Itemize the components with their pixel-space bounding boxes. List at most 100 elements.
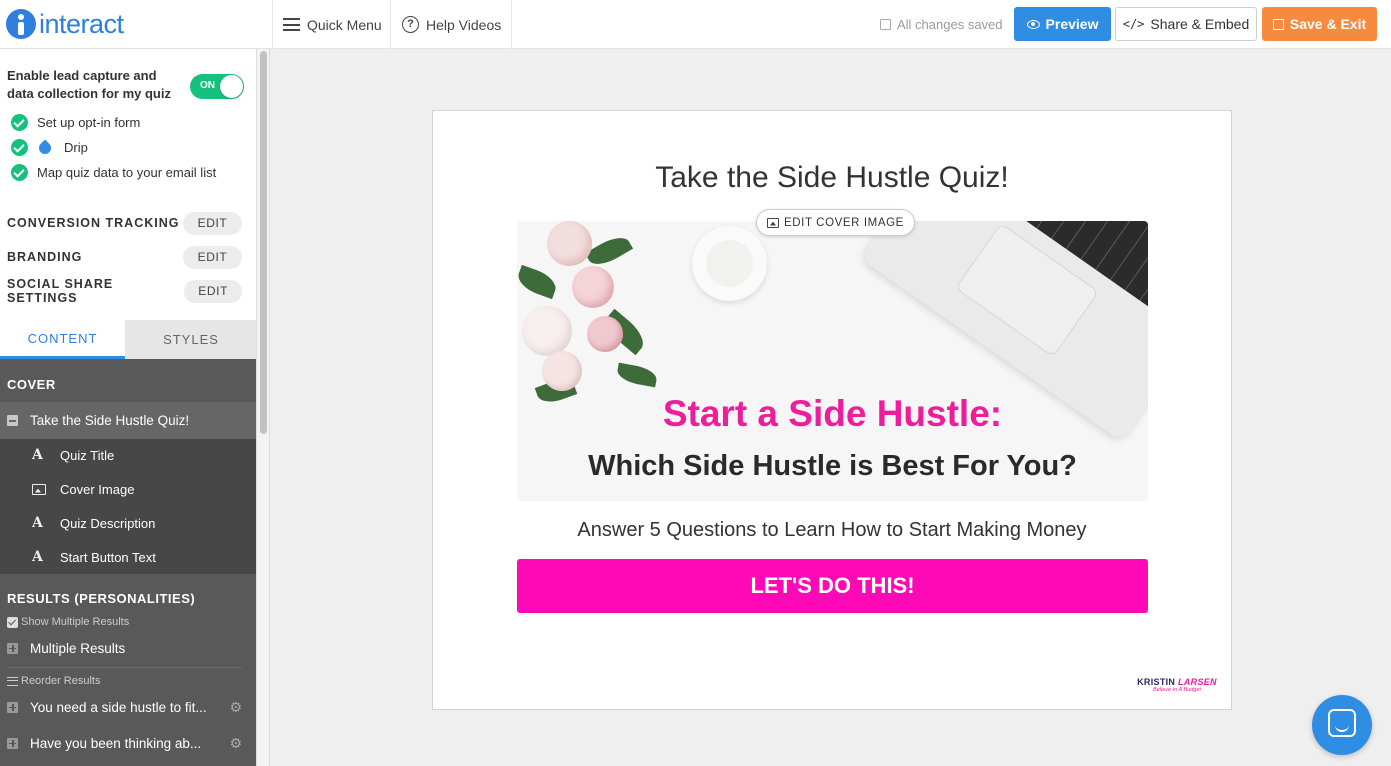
checklist-item-optin[interactable]: Set up opt-in form <box>11 114 140 131</box>
cover-image[interactable]: Start a Side Hustle: Which Side Hustle i… <box>517 221 1148 501</box>
share-label: Share & Embed <box>1150 16 1250 32</box>
multiple-results-label: Multiple Results <box>30 640 126 656</box>
divider <box>390 0 391 49</box>
quick-menu-label: Quick Menu <box>307 16 382 33</box>
brand-first: KRISTIN <box>1137 677 1176 687</box>
setting-label: BRANDING <box>7 250 83 264</box>
sidebar-scrollbar[interactable] <box>257 49 270 766</box>
edit-cover-label: EDIT COVER IMAGE <box>784 216 904 229</box>
divider <box>7 667 242 668</box>
cover-heading: COVER <box>7 377 56 392</box>
quiz-description[interactable]: Answer 5 Questions to Learn How to Start… <box>433 519 1231 542</box>
image-icon-wrap <box>32 483 60 495</box>
logo-text: interact <box>39 8 124 39</box>
cover-item-label: Take the Side Hustle Quiz! <box>30 413 190 428</box>
check-icon <box>11 139 28 156</box>
setting-label: CONVERSION TRACKING <box>7 216 180 230</box>
subitem-start-button-text[interactable]: A Start Button Text <box>0 540 256 574</box>
image-icon <box>32 483 46 495</box>
results-heading: RESULTS (PERSONALITIES) <box>7 591 196 606</box>
edit-branding-button[interactable]: EDIT <box>183 245 242 269</box>
cover-headline: Start a Side Hustle: <box>662 393 1003 434</box>
interact-logo[interactable]: interact <box>6 8 124 40</box>
reorder-label: Reorder Results <box>21 675 101 687</box>
result-label: You need a side hustle to fit... <box>30 699 207 715</box>
text-icon: A <box>32 515 43 531</box>
checklist-label: Drip <box>64 140 88 155</box>
drip-drop-icon <box>36 139 54 156</box>
sidebar: Enable lead capture and data collection … <box>0 49 257 766</box>
quick-menu-button[interactable]: Quick Menu <box>283 0 382 49</box>
candle-illustration <box>692 226 767 301</box>
edit-social-button[interactable]: EDIT <box>184 279 242 303</box>
brand-last: LARSEN <box>1178 677 1217 687</box>
subitem-cover-image[interactable]: Cover Image <box>0 472 256 506</box>
toggle-knob <box>220 75 243 98</box>
expand-icon[interactable] <box>7 701 18 713</box>
expand-icon[interactable] <box>7 642 18 654</box>
show-multiple-checkbox[interactable]: Show Multiple Results <box>7 616 129 628</box>
text-icon: A <box>32 447 43 463</box>
check-icon <box>11 164 28 181</box>
edit-conversion-button[interactable]: EDIT <box>183 211 242 235</box>
chat-launcher-button[interactable] <box>1312 695 1372 755</box>
lead-capture-toggle[interactable]: ON <box>190 74 244 99</box>
content-panel: COVER Take the Side Hustle Quiz! A Quiz … <box>0 359 256 766</box>
branding-row: BRANDING EDIT <box>7 245 242 269</box>
social-share-row: SOCIAL SHARE SETTINGS EDIT <box>7 277 242 305</box>
brand-tagline: Believe In A Budget <box>1153 687 1201 693</box>
start-quiz-button[interactable]: LET'S DO THIS! <box>517 559 1148 613</box>
help-videos-label: Help Videos <box>426 16 502 33</box>
help-icon: ? <box>402 16 419 33</box>
save-exit-button[interactable]: Save & Exit <box>1262 7 1377 41</box>
share-embed-button[interactable]: </> Share & Embed <box>1115 7 1257 41</box>
reorder-icon <box>7 676 18 686</box>
flowers-illustration <box>517 221 659 421</box>
save-status-text: All changes saved <box>897 17 1003 32</box>
lead-capture-label: Enable lead capture and data collection … <box>7 68 171 101</box>
subitem-label: Quiz Description <box>60 515 156 531</box>
chat-icon <box>1328 709 1356 737</box>
checklist-label: Map quiz data to your email list <box>37 165 217 180</box>
conversion-tracking-row: CONVERSION TRACKING EDIT <box>7 211 242 235</box>
show-multiple-label: Show Multiple Results <box>21 616 130 628</box>
multiple-results-item[interactable]: Multiple Results <box>7 633 242 663</box>
edit-cover-image-button[interactable]: EDIT COVER IMAGE <box>756 209 915 236</box>
help-videos-button[interactable]: ? Help Videos <box>402 0 501 49</box>
checklist-label: Set up opt-in form <box>37 115 141 130</box>
save-icon <box>1272 18 1284 30</box>
quiz-title[interactable]: Take the Side Hustle Quiz! <box>433 161 1231 195</box>
gear-icon[interactable]: ⚙ <box>229 699 242 716</box>
subitem-quiz-title[interactable]: A Quiz Title <box>0 438 256 472</box>
check-icon <box>11 114 28 131</box>
scroll-thumb[interactable] <box>260 51 267 434</box>
result-item[interactable]: Have you been thinking ab... ⚙ <box>7 728 242 758</box>
subitem-label: Start Button Text <box>60 549 156 565</box>
top-bar: interact Quick Menu ? Help Videos All ch… <box>0 0 1391 49</box>
preview-label: Preview <box>1045 16 1099 32</box>
collapse-icon[interactable] <box>7 415 18 426</box>
checklist-item-drip[interactable]: Drip <box>11 139 88 156</box>
subitem-quiz-description[interactable]: A Quiz Description <box>0 506 256 540</box>
checkbox-icon <box>7 616 18 628</box>
setting-label: SOCIAL SHARE SETTINGS <box>7 277 114 305</box>
save-exit-label: Save & Exit <box>1289 16 1367 32</box>
checklist-item-map[interactable]: Map quiz data to your email list <box>11 164 216 181</box>
cover-item[interactable]: Take the Side Hustle Quiz! <box>0 402 256 439</box>
toggle-label: ON <box>200 80 215 91</box>
text-icon: A <box>32 549 43 565</box>
subitem-label: Quiz Title <box>60 447 115 463</box>
tab-styles[interactable]: STYLES <box>125 320 256 359</box>
preview-button[interactable]: Preview <box>1014 7 1111 41</box>
tab-content[interactable]: CONTENT <box>0 320 125 359</box>
disk-icon <box>880 19 891 30</box>
result-item[interactable]: You need a side hustle to fit... ⚙ <box>7 692 242 722</box>
quiz-cover-card: Take the Side Hustle Quiz! Start a Side … <box>432 110 1232 710</box>
gear-icon[interactable]: ⚙ <box>229 735 242 752</box>
result-label: Have you been thinking ab... <box>30 735 202 751</box>
reorder-results-button[interactable]: Reorder Results <box>7 675 100 687</box>
brand-name: KRISTIN LARSEN <box>1135 677 1219 687</box>
expand-icon[interactable] <box>7 737 18 749</box>
hamburger-icon <box>283 18 300 31</box>
divider <box>272 0 273 49</box>
